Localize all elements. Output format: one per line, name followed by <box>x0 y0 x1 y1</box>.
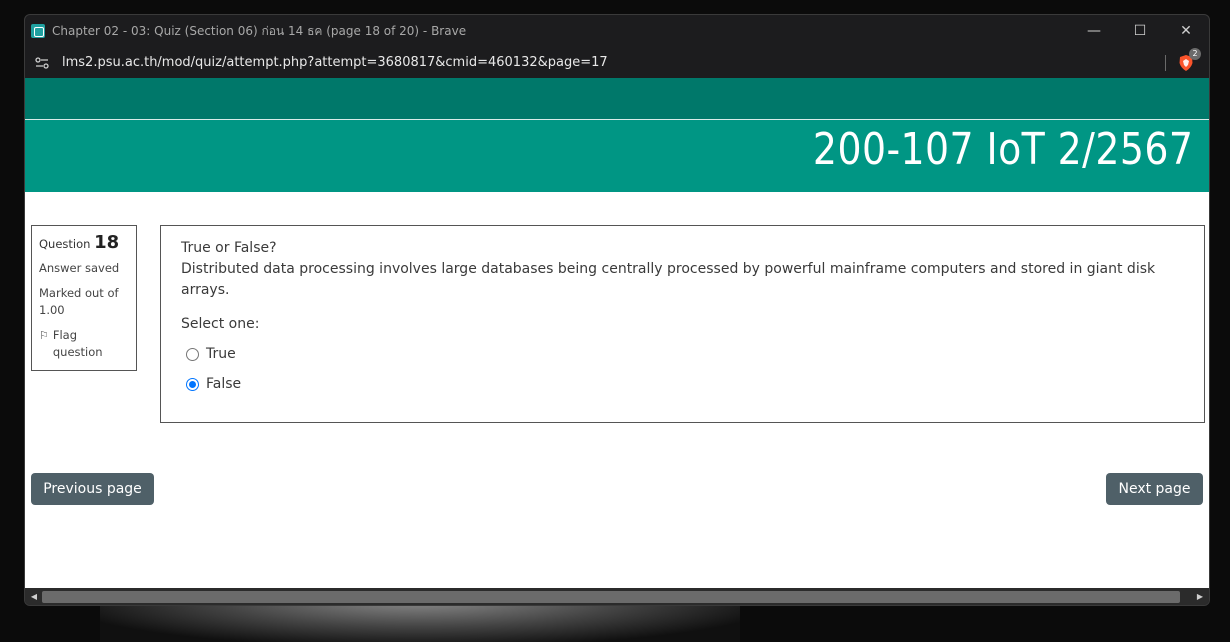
window-controls: — ☐ ✕ <box>1071 15 1209 47</box>
address-bar: lms2.psu.ac.th/mod/quiz/attempt.php?atte… <box>25 47 1209 78</box>
scrollbar-thumb[interactable] <box>42 591 1180 603</box>
option-label-false: False <box>206 376 242 392</box>
answer-option-true[interactable]: True <box>181 343 1184 365</box>
radio-true[interactable] <box>186 347 199 361</box>
previous-page-button[interactable]: Previous page <box>31 473 154 505</box>
question-label: Question <box>39 237 91 251</box>
question-number: Question 18 <box>39 232 129 253</box>
question-content: True or False? Distributed data processi… <box>160 225 1205 423</box>
header-top-bar <box>25 78 1209 120</box>
flag-question-link[interactable]: ⚐ Flag question <box>39 327 129 361</box>
site-settings-icon[interactable] <box>34 55 50 71</box>
minimize-button[interactable]: — <box>1071 15 1117 47</box>
answer-state: Answer saved <box>39 261 120 275</box>
flag-icon: ⚐ <box>39 329 49 342</box>
page-content: 200-107 IoT 2/2567 Question 18 Answer sa… <box>25 78 1209 588</box>
course-title: 200-107 IoT 2/2567 <box>812 124 1193 175</box>
moodle-favicon-icon <box>31 24 45 38</box>
question-grade: Marked out of 1.00 <box>39 286 119 317</box>
scroll-right-icon[interactable]: ▶ <box>1193 590 1207 604</box>
window-title: Chapter 02 - 03: Quiz (Section 06) ก่อน … <box>52 23 467 38</box>
brave-shields-icon[interactable]: 2 <box>1177 47 1201 72</box>
option-label-true: True <box>206 346 236 362</box>
close-button[interactable]: ✕ <box>1163 15 1209 47</box>
question-text-line-1: True or False? <box>181 240 277 256</box>
question-number-value: 18 <box>94 232 120 253</box>
course-header: 200-107 IoT 2/2567 <box>25 120 1209 192</box>
answer-prompt: Select one: <box>181 316 260 332</box>
question-info-panel: Question 18 Answer saved Marked out of 1… <box>31 225 137 371</box>
title-bar: Chapter 02 - 03: Quiz (Section 06) ก่อน … <box>25 15 1209 47</box>
address-bar-actions: 2 <box>1165 47 1201 72</box>
maximize-button[interactable]: ☐ <box>1117 15 1163 47</box>
divider <box>1165 54 1166 71</box>
scroll-left-icon[interactable]: ◀ <box>27 590 41 604</box>
shields-count-badge: 2 <box>1189 47 1201 60</box>
url-field[interactable]: lms2.psu.ac.th/mod/quiz/attempt.php?atte… <box>62 55 608 70</box>
question-text-line-2: Distributed data processing involves lar… <box>181 261 1156 298</box>
horizontal-scrollbar[interactable]: ◀ ▶ <box>25 588 1209 605</box>
radio-false[interactable] <box>186 377 199 391</box>
question-text: True or False? Distributed data processi… <box>181 238 1184 301</box>
next-page-button[interactable]: Next page <box>1106 473 1203 505</box>
desktop-wallpaper <box>100 600 740 642</box>
answer-option-false[interactable]: False <box>181 373 1184 395</box>
browser-window: Chapter 02 - 03: Quiz (Section 06) ก่อน … <box>24 14 1210 606</box>
flag-label: Flag question <box>52 328 103 359</box>
